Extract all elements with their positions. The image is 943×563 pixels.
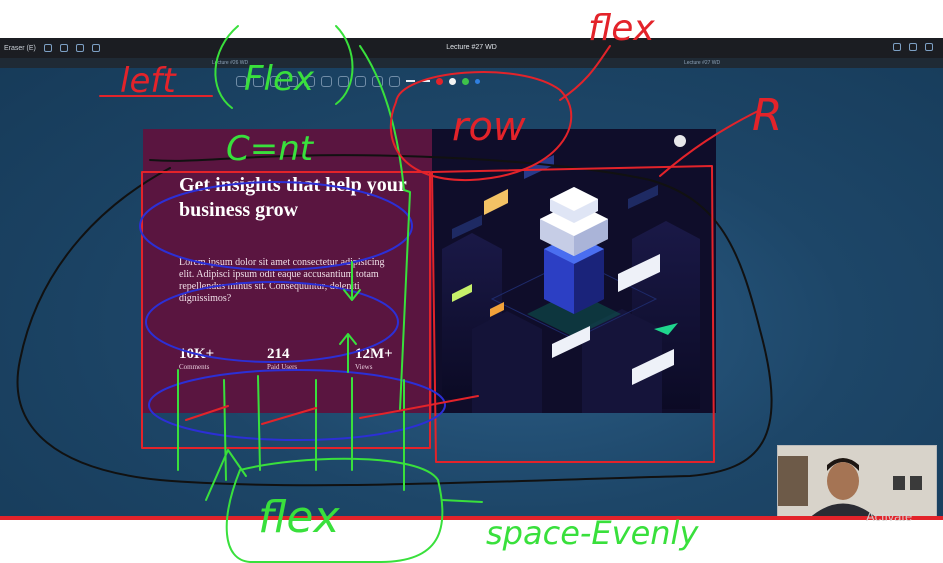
stat-paid-users: 214 Paid Users xyxy=(267,346,355,372)
line-width-icon[interactable] xyxy=(389,75,400,87)
highlighter-tool-icon[interactable] xyxy=(253,75,264,87)
video-progress-bar[interactable] xyxy=(0,516,943,520)
stats-row: 10K+ Comments 214 Paid Users 12M+ Views xyxy=(179,346,443,372)
color-white-swatch[interactable] xyxy=(449,77,456,85)
stat-value: 214 xyxy=(267,346,290,362)
stat-comments: 10K+ Comments xyxy=(179,346,267,372)
color-blue-swatch[interactable] xyxy=(475,78,480,84)
color-green-swatch[interactable] xyxy=(462,77,469,85)
stat-label: Paid Users xyxy=(267,363,298,371)
stroke-medium-option[interactable] xyxy=(421,80,430,82)
link-tool-icon[interactable] xyxy=(372,75,383,87)
slide-body-text: Lorem ipsum dolor sit amet consectetur a… xyxy=(179,257,385,304)
stat-value: 10K+ xyxy=(179,346,215,362)
slide-illustration-panel xyxy=(432,129,716,413)
eraser-tool-icon[interactable] xyxy=(270,75,281,87)
text-tool-icon[interactable] xyxy=(338,75,349,87)
stat-label: Views xyxy=(355,363,373,371)
lasso-tool-icon[interactable] xyxy=(287,75,298,87)
tab-current-lecture[interactable]: Lecture #27 WD xyxy=(684,60,720,66)
presenter-webcam xyxy=(777,445,937,520)
stat-value: 12M+ xyxy=(355,346,393,362)
presenter-video-frame xyxy=(778,446,936,519)
slide-headline: Get insights that help your business gro… xyxy=(179,174,407,221)
stroke-thin-option[interactable] xyxy=(406,80,415,82)
close-icon[interactable] xyxy=(925,43,933,51)
title-bar: Eraser (E) Lecture #27 WD xyxy=(0,38,943,58)
color-red-swatch[interactable] xyxy=(436,77,443,85)
stat-label: Comments xyxy=(179,363,210,371)
export-icon[interactable] xyxy=(909,43,917,51)
title-bar-right xyxy=(893,43,933,51)
activate-windows-watermark: Activate xyxy=(866,509,913,524)
window-title: Lecture #27 WD xyxy=(446,44,497,51)
image-tool-icon[interactable] xyxy=(321,75,332,87)
slide-content: Get insights that help your business gro… xyxy=(143,129,716,413)
drawing-toolbar xyxy=(236,72,480,90)
tab-previous-lecture[interactable]: Lecture #26 WD xyxy=(212,60,248,66)
tab-strip: Lecture #26 WD Lecture #27 WD xyxy=(0,58,943,68)
sidebar-icon[interactable] xyxy=(893,43,901,51)
shape-tool-icon[interactable] xyxy=(304,75,315,87)
sticker-tool-icon[interactable] xyxy=(355,75,366,87)
slide-left-panel: Get insights that help your business gro… xyxy=(143,129,432,413)
isometric-server-illustration xyxy=(432,129,716,413)
stat-views: 12M+ Views xyxy=(355,346,443,372)
pen-tool-icon[interactable] xyxy=(236,75,247,87)
